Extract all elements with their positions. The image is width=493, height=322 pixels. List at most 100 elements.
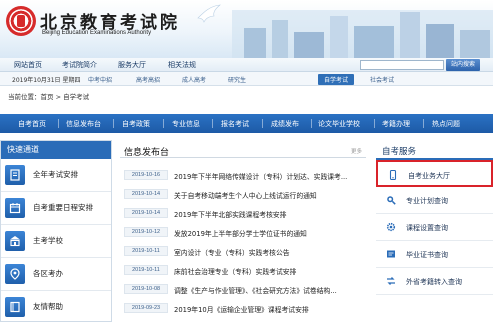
news-title-link[interactable]: 床前社会治理专业（专科）实践考试安排: [174, 266, 364, 276]
news-item[interactable]: 2019-10-14 关于自考移动端考生个人中心上线试运行的通知: [120, 185, 366, 204]
news-item[interactable]: 2019-10-11 室内设计（专业（专科）实践考核公告: [120, 242, 366, 261]
nav-divider: [311, 119, 312, 128]
topnav-home[interactable]: 网站首页: [14, 60, 42, 70]
more-link[interactable]: 更多: [351, 147, 362, 155]
news-title-link[interactable]: 2019年下半年网络传媒设计（专科）计划达、实践课考...: [174, 171, 364, 181]
topnav-about[interactable]: 考试院简介: [62, 60, 97, 70]
quick-item-label: 友情帮助: [33, 302, 63, 311]
service-certificate-query[interactable]: 毕业证书查询: [376, 241, 493, 268]
news-date: 2019-10-11: [124, 265, 168, 275]
news-item[interactable]: 2019-09-23 2019年10月《运输企业管理》课程考试安排: [120, 299, 366, 318]
news-title-link[interactable]: 关于自考移动端考生个人中心上线试运行的通知: [174, 190, 364, 200]
mainnav-self-study-home[interactable]: 自考首页: [18, 119, 46, 129]
certificate-icon: [387, 250, 395, 258]
site-logo[interactable]: [6, 6, 36, 36]
services-title: 自考服务: [382, 147, 417, 157]
mainnav-thesis-schools[interactable]: 论文毕业学校: [318, 119, 360, 129]
date-subnav-row: 2019年10月31日 星期四 中考中招 高考高招 成人高考 研究生 自学考试 …: [0, 72, 493, 86]
news-item[interactable]: 2019-10-16 2019年下半年网络传媒设计（专科）计划达、实践课考...: [120, 166, 366, 185]
news-title-link[interactable]: 室内设计（专业（专科）实践考核公告: [174, 247, 364, 257]
subnav-graduate[interactable]: 研究生: [228, 75, 246, 84]
mainnav-registration[interactable]: 报名考试: [221, 119, 249, 129]
search-icon: [387, 196, 396, 205]
news-item[interactable]: 2019-10-08 调整《生产与作业管理》、《社会研究方法》试卷结构...: [120, 280, 366, 299]
news-item[interactable]: 2019-10-12 发放2019年上半年部分学士学位证书的通知: [120, 223, 366, 242]
mainnav-scores[interactable]: 成绩发布: [271, 119, 299, 129]
site-banner: 北京教育考试院 Beijing Education Examinations A…: [0, 0, 493, 58]
service-label: 毕业证书查询: [406, 251, 448, 259]
quick-item-label: 主考学校: [33, 236, 63, 245]
topnav-service-hall[interactable]: 服务大厅: [118, 60, 146, 70]
dove-icon: [197, 4, 221, 23]
news-item[interactable]: 2019-10-11 床前社会治理专业（专科）实践考试安排: [120, 261, 366, 280]
news-title-link[interactable]: 发放2019年上半年部分学士学位证书的通知: [174, 228, 364, 238]
service-label: 专业计划查询: [406, 197, 448, 205]
location-icon: [5, 264, 25, 284]
nav-divider: [113, 119, 114, 128]
school-icon: [5, 231, 25, 251]
quick-item-label: 自考重要日程安排: [33, 203, 93, 212]
calendar-icon: [5, 198, 25, 218]
gear-icon: [386, 222, 396, 232]
news-title-link[interactable]: 2019年10月《运输企业管理》课程考试安排: [174, 304, 364, 314]
service-course-query[interactable]: 课程设置查询: [376, 214, 493, 241]
site-search-input[interactable]: [360, 60, 444, 70]
quick-item-label: 全年考试安排: [33, 170, 78, 179]
service-label: 课程设置查询: [406, 224, 448, 232]
quick-item-host-schools[interactable]: 主考学校: [1, 225, 111, 258]
news-date: 2019-09-23: [124, 303, 168, 313]
help-book-icon: [5, 297, 25, 317]
service-business-hall[interactable]: 自考业务大厅: [376, 160, 493, 187]
services-header: 自考服务: [376, 140, 493, 160]
nav-divider: [423, 119, 424, 128]
service-label: 自考业务大厅: [408, 172, 450, 180]
nav-divider: [212, 119, 213, 128]
service-label: 外省考籍转入查询: [406, 278, 462, 286]
news-date: 2019-10-12: [124, 227, 168, 237]
mainnav-policy[interactable]: 自考政策: [122, 119, 150, 129]
quick-item-district-offices[interactable]: 各区考办: [1, 258, 111, 291]
news-item[interactable]: 2019-10-14 2019年下半年北部实践课程考核安排: [120, 204, 366, 223]
site-subtitle: Beijing Education Examinations Authority: [42, 30, 152, 36]
subnav-self-study[interactable]: 自学考试: [318, 74, 355, 85]
info-board-header: 信息发布台 更多: [120, 140, 366, 158]
transfer-icon: [387, 277, 395, 285]
mainnav-hot-questions[interactable]: 热点问题: [432, 119, 460, 129]
news-title-link[interactable]: 调整《生产与作业管理》、《社会研究方法》试卷结构...: [174, 285, 364, 295]
news-date: 2019-10-14: [124, 208, 168, 218]
news-list: 2019-10-16 2019年下半年网络传媒设计（专科）计划达、实践课考...…: [120, 166, 366, 318]
site-search-button[interactable]: 站内搜索: [446, 59, 480, 71]
news-date: 2019-10-14: [124, 189, 168, 199]
breadcrumb: 当前位置：首页 > 自学考试: [8, 93, 90, 101]
quick-item-help[interactable]: 友情帮助: [1, 291, 111, 322]
main-nav: 自考首页 信息发布台 自考政策 专业信息 报名考试 成绩发布 论文毕业学校 考籍…: [0, 114, 493, 133]
subnav-zhongkao[interactable]: 中考中招: [88, 75, 112, 84]
current-date: 2019年10月31日 星期四: [12, 77, 81, 84]
nav-divider: [374, 119, 375, 128]
self-study-services-panel: 自考服务 自考业务大厅 专业计划查询 课程设置查询 毕业证书查询 外省考籍转入查…: [376, 140, 493, 322]
service-major-plan-query[interactable]: 专业计划查询: [376, 187, 493, 214]
quick-item-annual-schedule[interactable]: 全年考试安排: [1, 159, 111, 192]
phone-icon: [389, 170, 397, 180]
info-board-panel: 信息发布台 更多 2019-10-16 2019年下半年网络传媒设计（专科）计划…: [120, 140, 366, 322]
subnav-gaokao[interactable]: 高考高招: [136, 75, 160, 84]
service-transfer-query[interactable]: 外省考籍转入查询: [376, 268, 493, 295]
quick-item-key-dates[interactable]: 自考重要日程安排: [1, 192, 111, 225]
mainnav-major-info[interactable]: 专业信息: [172, 119, 200, 129]
quick-channel-panel: 快速通道 全年考试安排 自考重要日程安排 主考学校 各区考办 友情帮助: [0, 140, 112, 322]
subnav-adult-exam[interactable]: 成人高考: [182, 75, 206, 84]
document-icon: [5, 165, 25, 185]
quick-item-label: 各区考办: [33, 269, 63, 278]
quick-channel-title: 快速通道: [1, 141, 111, 159]
mainnav-record-handling[interactable]: 考籍办理: [382, 119, 410, 129]
news-date: 2019-10-16: [124, 170, 168, 180]
nav-divider: [262, 119, 263, 128]
nav-divider: [163, 119, 164, 128]
topnav-regulations[interactable]: 相关法规: [168, 60, 196, 70]
nav-divider: [58, 119, 59, 128]
info-board-title: 信息发布台: [124, 148, 170, 158]
subnav-social-exam[interactable]: 社会考试: [370, 75, 394, 84]
news-date: 2019-10-08: [124, 284, 168, 294]
news-title-link[interactable]: 2019年下半年北部实践课程考核安排: [174, 209, 364, 219]
mainnav-info-board[interactable]: 信息发布台: [66, 119, 101, 129]
